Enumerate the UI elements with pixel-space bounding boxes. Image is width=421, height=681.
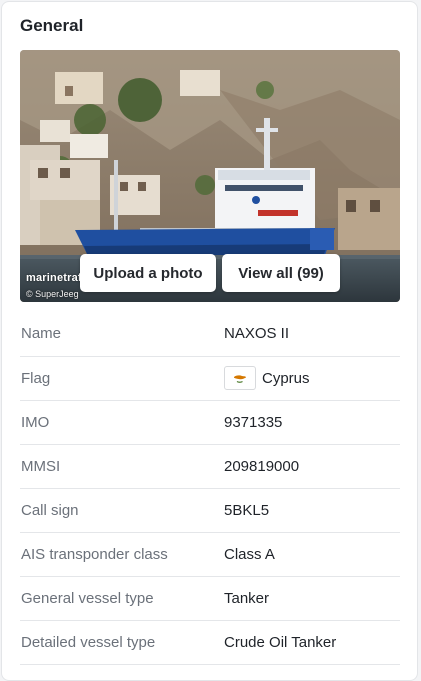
upload-photo-button[interactable]: Upload a photo [80, 254, 216, 292]
cyprus-flag-icon [224, 366, 256, 390]
detail-value: 209819000 [224, 458, 300, 475]
detail-row-name: Name NAXOS II [20, 312, 400, 357]
vessel-photo[interactable]: marinetraffic © SuperJeeg Upload a photo… [20, 50, 400, 302]
detail-value: Tanker [224, 590, 270, 607]
photo-credit: © SuperJeeg [26, 289, 79, 299]
detail-label: IMO [21, 414, 50, 431]
detail-row-ais-class: AIS transponder class Class A [20, 533, 400, 577]
view-all-photos-button[interactable]: View all (99) [222, 254, 340, 292]
detail-label: AIS transponder class [21, 546, 168, 563]
detail-value: NAXOS II [224, 325, 290, 342]
detail-label: Detailed vessel type [21, 634, 156, 651]
detail-row-detailed-type: Detailed vessel type Crude Oil Tanker [20, 621, 400, 665]
detail-row-flag: Flag Cyprus [20, 357, 400, 401]
detail-value: 5BKL5 [224, 502, 270, 519]
vessel-details-table: Name NAXOS II Flag Cyprus IMO 9371335 MM… [20, 312, 400, 665]
detail-row-imo: IMO 9371335 [20, 401, 400, 445]
general-card: General marinetraffic © SuperJeeg Upload… [1, 1, 418, 681]
detail-label: Flag [21, 370, 51, 387]
section-title: General [20, 16, 84, 35]
detail-value: 9371335 [224, 414, 283, 431]
detail-row-mmsi: MMSI 209819000 [20, 445, 400, 489]
detail-value: Cyprus [262, 370, 310, 387]
detail-value: Crude Oil Tanker [224, 634, 337, 651]
detail-label: Name [21, 325, 62, 342]
detail-value: Class A [224, 546, 275, 563]
detail-label: MMSI [21, 458, 61, 475]
detail-label: General vessel type [21, 590, 154, 607]
detail-row-general-type: General vessel type Tanker [20, 577, 400, 621]
detail-label: Call sign [21, 502, 79, 519]
detail-row-call-sign: Call sign 5BKL5 [20, 489, 400, 533]
